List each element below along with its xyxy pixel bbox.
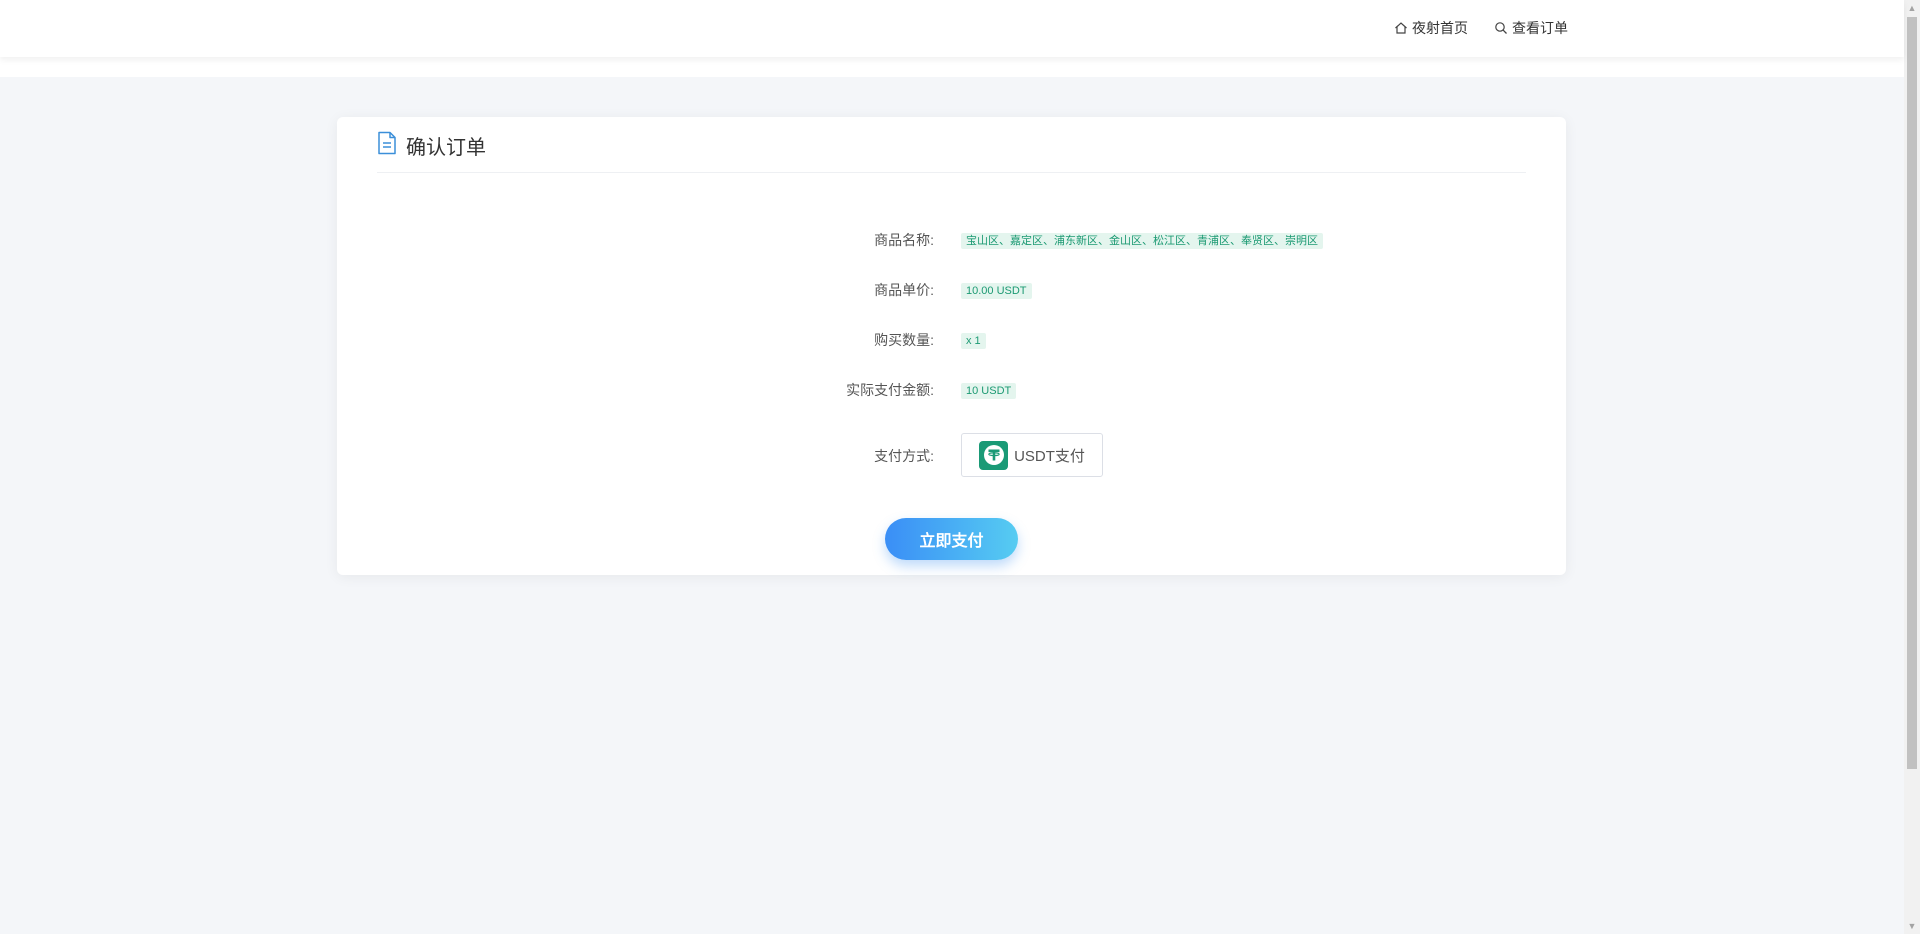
title-divider bbox=[377, 172, 1526, 173]
scroll-up-arrow-icon[interactable]: ▲ bbox=[1904, 0, 1920, 16]
tether-logo-icon bbox=[979, 440, 1009, 470]
nav-home-label: 夜射首页 bbox=[1412, 20, 1468, 36]
total-amount-value: 10 USDT bbox=[961, 383, 1017, 399]
product-name-label: 商品名称: bbox=[874, 232, 934, 248]
top-header: 夜射首页 查看订单 bbox=[0, 0, 1904, 57]
header-strip bbox=[0, 57, 1904, 77]
quantity-label: 购买数量: bbox=[874, 332, 934, 348]
payment-method-label: 支付方式: bbox=[874, 448, 934, 464]
home-icon bbox=[1394, 21, 1408, 35]
total-amount-label: 实际支付金额: bbox=[846, 382, 934, 398]
scrollbar-thumb[interactable] bbox=[1907, 17, 1917, 769]
scroll-down-arrow-icon[interactable]: ▼ bbox=[1904, 918, 1920, 934]
payment-option-label: USDT支付 bbox=[1014, 447, 1085, 465]
row-unit-price: 商品单价: 10.00 USDT bbox=[337, 278, 1566, 300]
page-title: 确认订单 bbox=[406, 137, 486, 159]
row-quantity: 购买数量: x 1 bbox=[337, 328, 1566, 350]
nav-home-link[interactable]: 夜射首页 bbox=[1394, 18, 1468, 38]
nav-orders-link[interactable]: 查看订单 bbox=[1494, 18, 1568, 38]
search-icon bbox=[1494, 21, 1508, 35]
row-product-name: 商品名称: 宝山区、嘉定区、浦东新区、金山区、松江区、青浦区、奉贤区、崇明区 bbox=[337, 228, 1566, 250]
unit-price-value: 10.00 USDT bbox=[961, 283, 1032, 299]
row-total-amount: 实际支付金额: 10 USDT bbox=[337, 378, 1566, 400]
card-header: 确认订单 bbox=[377, 131, 486, 160]
nav-orders-label: 查看订单 bbox=[1512, 20, 1568, 36]
pay-now-button[interactable]: 立即支付 bbox=[885, 518, 1018, 560]
vertical-scrollbar[interactable]: ▲ ▼ bbox=[1904, 0, 1920, 934]
unit-price-label: 商品单价: bbox=[874, 282, 934, 298]
quantity-value: x 1 bbox=[961, 333, 986, 349]
order-confirm-card: 确认订单 商品名称: 宝山区、嘉定区、浦东新区、金山区、松江区、青浦区、奉贤区、… bbox=[337, 117, 1566, 575]
payment-option-usdt[interactable]: USDT支付 bbox=[961, 433, 1103, 477]
product-name-value: 宝山区、嘉定区、浦东新区、金山区、松江区、青浦区、奉贤区、崇明区 bbox=[961, 233, 1323, 249]
document-icon bbox=[377, 131, 397, 160]
